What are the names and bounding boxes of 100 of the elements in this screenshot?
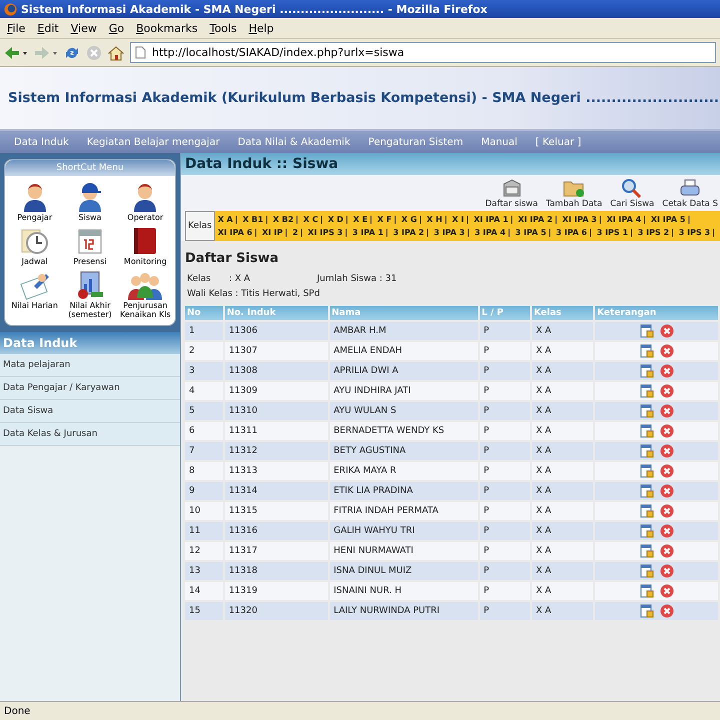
edit-icon[interactable] bbox=[640, 384, 654, 398]
class-link[interactable]: 3 IPA 6 bbox=[556, 228, 587, 237]
shortcut-label[interactable]: Penjurusan Kenaikan Kls bbox=[118, 301, 173, 319]
class-link[interactable]: X A bbox=[218, 215, 233, 224]
separator-text: | bbox=[506, 228, 512, 237]
separator-text: | bbox=[264, 215, 270, 224]
menu-item[interactable]: Tools bbox=[204, 22, 242, 34]
back-icon[interactable] bbox=[4, 46, 28, 60]
table-cell: X A bbox=[532, 442, 594, 460]
class-link[interactable]: X G bbox=[401, 215, 417, 224]
edit-icon[interactable] bbox=[640, 584, 654, 598]
edit-icon[interactable] bbox=[640, 484, 654, 498]
delete-icon[interactable] bbox=[660, 464, 674, 478]
class-link[interactable]: X H bbox=[426, 215, 442, 224]
class-link[interactable]: X D bbox=[328, 215, 344, 224]
class-link[interactable]: XI IP bbox=[262, 228, 283, 237]
shortcut-label[interactable]: Pengajar bbox=[17, 213, 52, 222]
sidebar-item[interactable]: Data Pengajar / Karyawan bbox=[0, 377, 180, 400]
menu-item[interactable]: Edit bbox=[32, 22, 64, 34]
edit-icon[interactable] bbox=[640, 424, 654, 438]
class-link[interactable]: 3 IPA 4 bbox=[474, 228, 506, 237]
shortcut-label[interactable]: Presensi bbox=[73, 257, 107, 266]
shortcut-label[interactable]: Jadwal bbox=[22, 257, 48, 266]
delete-icon[interactable] bbox=[660, 364, 674, 378]
separator-text: | bbox=[466, 228, 471, 237]
table-cell: X A bbox=[532, 482, 594, 500]
table-cell: 4 bbox=[185, 382, 223, 400]
separator-text: | bbox=[319, 215, 324, 224]
class-link[interactable]: XI IPA 4 bbox=[606, 215, 642, 224]
separator-text: | bbox=[384, 228, 390, 237]
class-link[interactable]: 3 IPS 2 bbox=[638, 228, 670, 237]
class-link[interactable]: 2 bbox=[292, 228, 298, 237]
toolbar-button[interactable]: Daftar siswa bbox=[483, 178, 540, 209]
shortcut-label[interactable]: Siswa bbox=[78, 213, 102, 222]
class-link[interactable]: XI IPS 3 bbox=[308, 228, 343, 237]
info-label: Kelas bbox=[187, 274, 212, 284]
class-link[interactable]: XI IPA 3 bbox=[562, 215, 597, 224]
class-link[interactable]: XI IPA 6 bbox=[218, 228, 252, 237]
edit-icon[interactable] bbox=[640, 604, 654, 618]
edit-icon[interactable] bbox=[640, 524, 654, 538]
column-header: No. Induk bbox=[224, 306, 328, 320]
edit-icon[interactable] bbox=[640, 464, 654, 478]
delete-icon[interactable] bbox=[660, 484, 674, 498]
menu-item[interactable]: View bbox=[66, 22, 102, 34]
table-cell: 15 bbox=[185, 602, 223, 620]
shortcut-label[interactable]: Operator bbox=[127, 213, 164, 222]
delete-icon[interactable] bbox=[660, 504, 674, 518]
delete-icon[interactable] bbox=[660, 544, 674, 558]
sidebar-item[interactable]: Data Siswa bbox=[0, 400, 180, 423]
toolbar-button[interactable]: Cetak Data S bbox=[660, 178, 720, 209]
toolbar-button[interactable]: Cari Siswa bbox=[608, 178, 656, 209]
class-link[interactable]: X F bbox=[377, 215, 392, 224]
delete-icon[interactable] bbox=[660, 404, 674, 418]
menu-item[interactable]: File bbox=[2, 22, 30, 34]
class-link[interactable]: X B1 bbox=[242, 215, 264, 224]
edit-icon[interactable] bbox=[640, 364, 654, 378]
shortcut-label[interactable]: Monitoring bbox=[124, 257, 167, 266]
delete-icon[interactable] bbox=[660, 384, 674, 398]
edit-icon[interactable] bbox=[640, 544, 654, 558]
menu-item[interactable]: Go bbox=[104, 22, 130, 34]
delete-icon[interactable] bbox=[660, 324, 674, 338]
edit-icon[interactable] bbox=[640, 404, 654, 418]
class-link[interactable]: 3 IPA 3 bbox=[434, 228, 465, 237]
edit-icon[interactable] bbox=[640, 504, 654, 518]
delete-icon[interactable] bbox=[660, 444, 674, 458]
class-link[interactable]: 3 IPA 2 bbox=[393, 228, 424, 237]
class-link[interactable]: X B2 bbox=[272, 215, 294, 224]
class-link[interactable]: 3 IPS 3 bbox=[678, 228, 710, 237]
menu-item[interactable]: Help bbox=[244, 22, 279, 34]
table-cell: 11 bbox=[185, 522, 223, 540]
delete-icon[interactable] bbox=[660, 584, 674, 598]
class-link[interactable]: X E bbox=[353, 215, 368, 224]
menu-item[interactable]: Bookmarks bbox=[131, 22, 203, 34]
class-link[interactable]: XI IPA 1 bbox=[474, 215, 508, 224]
home-icon[interactable] bbox=[108, 44, 124, 60]
edit-icon[interactable] bbox=[640, 344, 654, 358]
delete-icon[interactable] bbox=[660, 424, 674, 438]
shortcut-label[interactable]: Nilai Akhir (semester) bbox=[62, 301, 118, 319]
sidebar-item[interactable]: Mata pelajaran bbox=[0, 354, 180, 377]
delete-icon[interactable] bbox=[660, 344, 674, 358]
class-link[interactable]: X I bbox=[452, 215, 464, 224]
table-cell: 11315 bbox=[224, 502, 328, 520]
delete-icon[interactable] bbox=[660, 564, 674, 578]
edit-icon[interactable] bbox=[640, 564, 654, 578]
class-link[interactable]: XI IPA 5 bbox=[650, 215, 686, 224]
delete-icon[interactable] bbox=[660, 524, 674, 538]
edit-icon[interactable] bbox=[640, 444, 654, 458]
sidebar-item[interactable]: Data Kelas & Jurusan bbox=[0, 423, 180, 446]
delete-icon[interactable] bbox=[660, 604, 674, 618]
info-text: Wali Kelas : Titis Herwati, SPd bbox=[187, 289, 320, 299]
class-link[interactable]: 3 IPA 5 bbox=[515, 228, 546, 237]
class-link[interactable]: XI IPA 2 bbox=[518, 215, 553, 224]
shortcut-label[interactable]: Nilai Harian bbox=[11, 301, 58, 310]
status-text: Done bbox=[4, 706, 30, 716]
edit-icon[interactable] bbox=[640, 324, 654, 338]
class-link[interactable]: 3 IPS 1 bbox=[596, 228, 628, 237]
address-field[interactable]: http://localhost/SIAKAD/index.php?urlx=siswa bbox=[130, 42, 716, 63]
class-link[interactable]: 3 IPA 1 bbox=[352, 228, 384, 237]
class-link[interactable]: X C bbox=[303, 215, 318, 224]
toolbar-button[interactable]: Tambah Data bbox=[544, 178, 604, 209]
